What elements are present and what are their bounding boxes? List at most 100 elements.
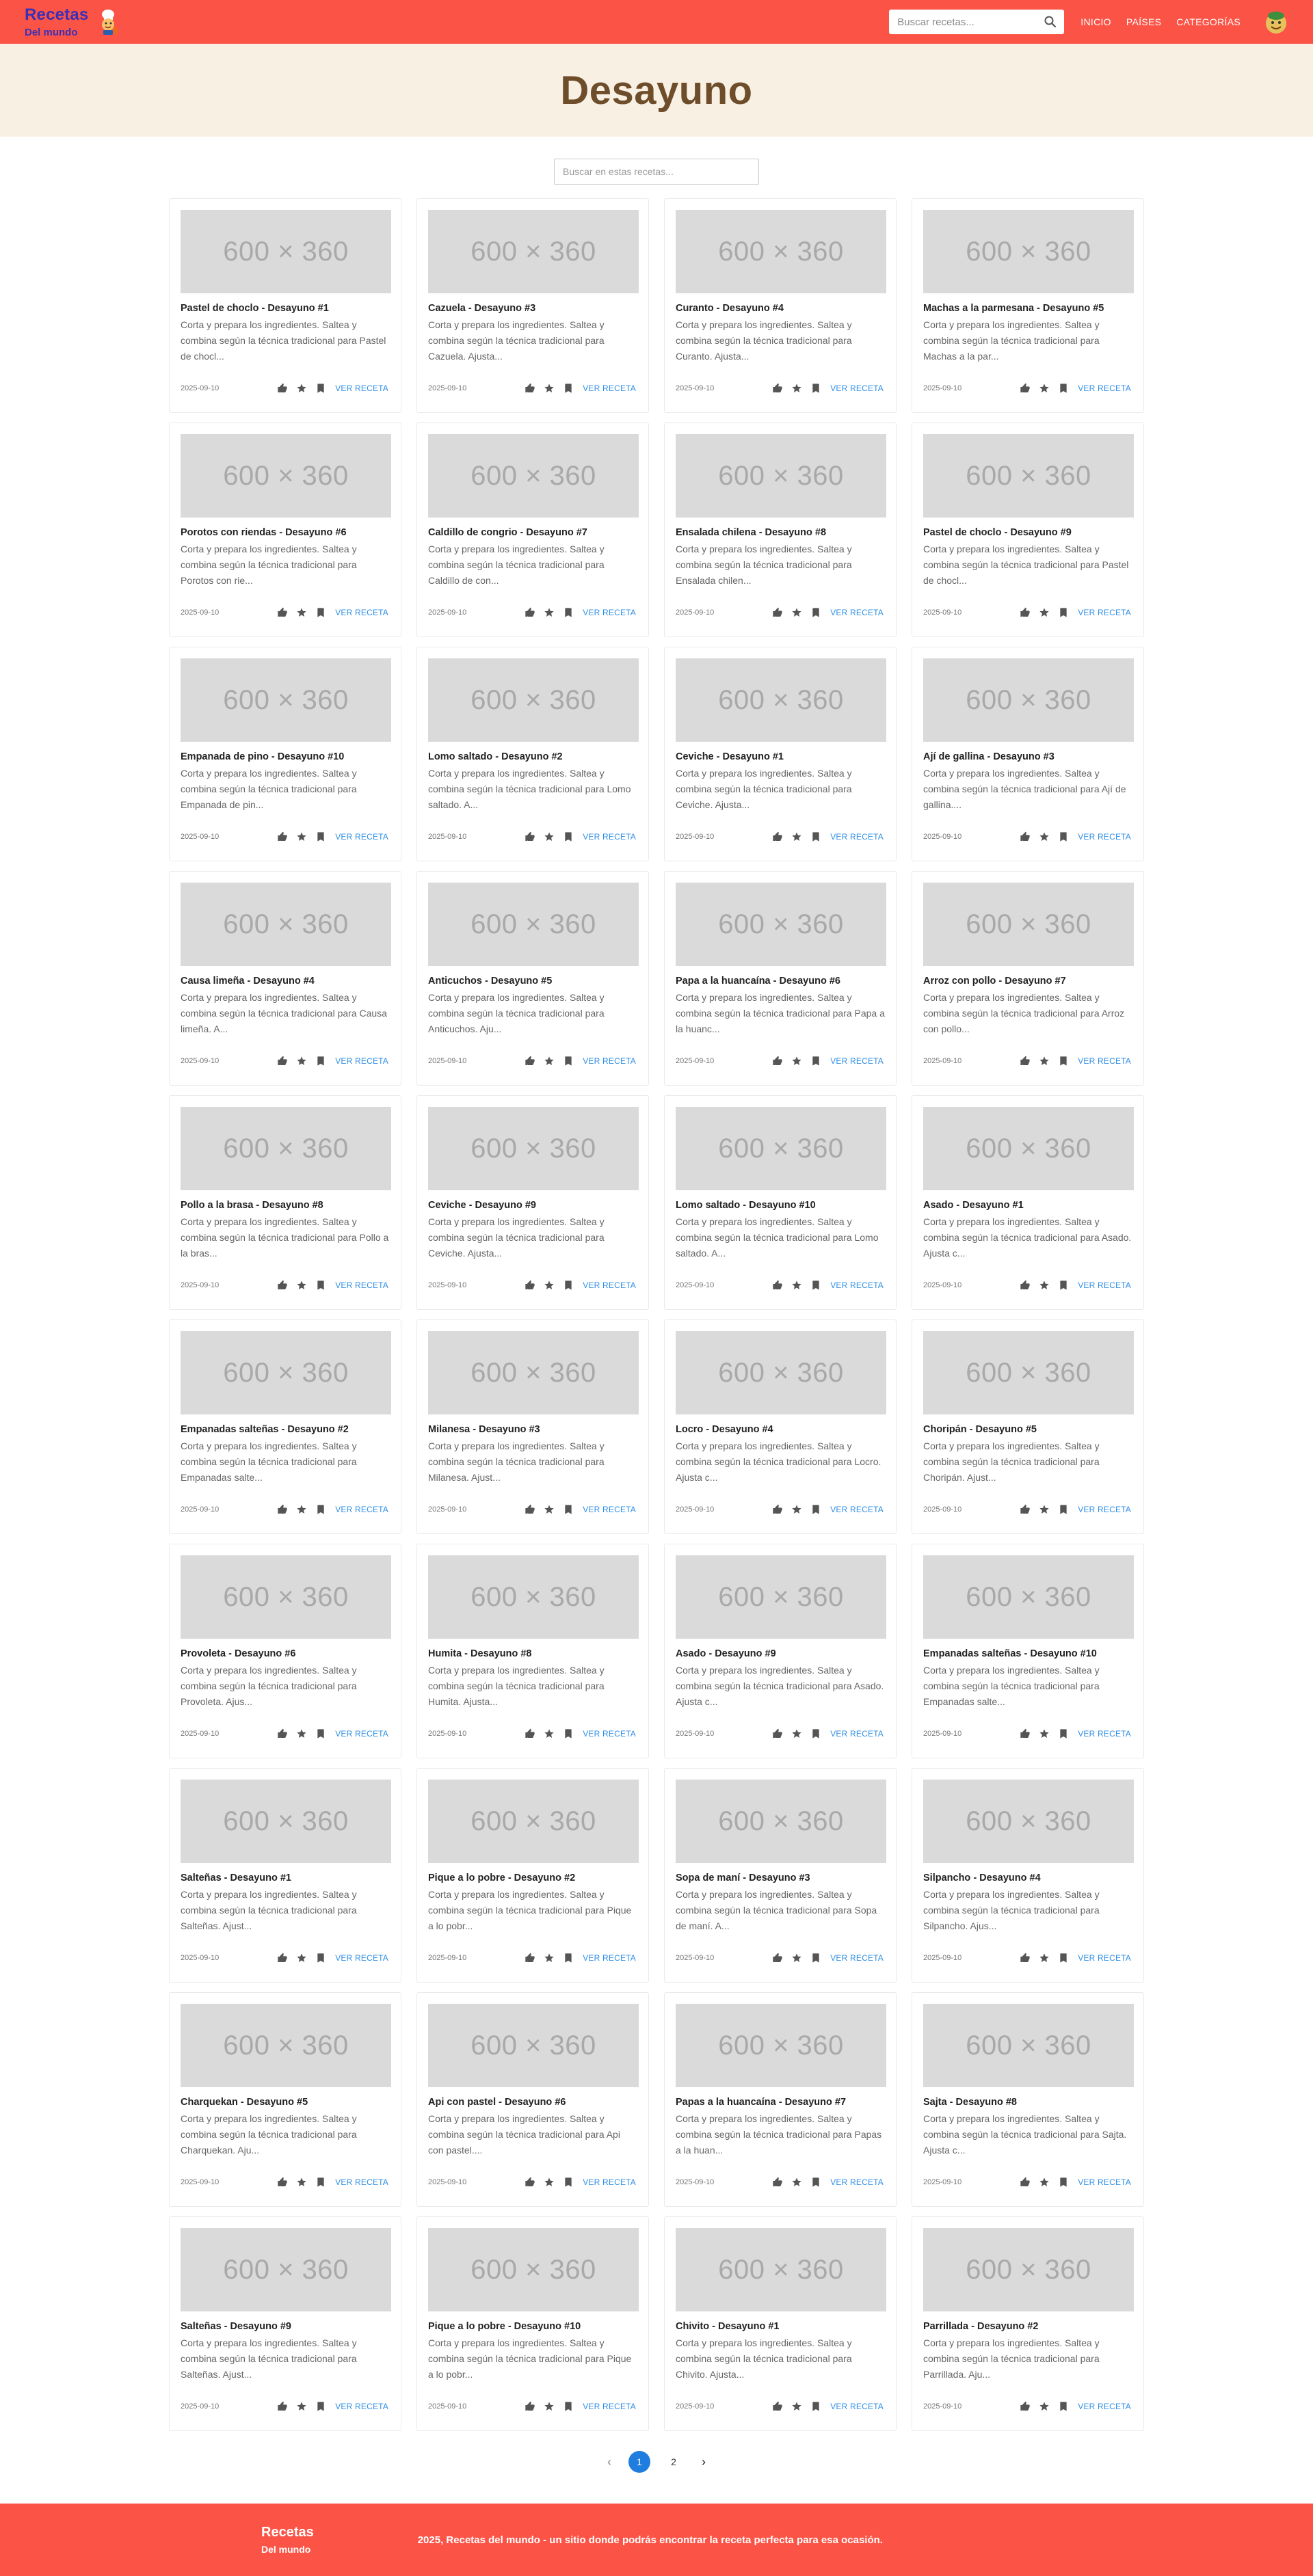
like-icon[interactable] (524, 2176, 536, 2188)
like-icon[interactable] (276, 2176, 289, 2188)
like-icon[interactable] (524, 1952, 536, 1964)
recipe-title[interactable]: Ají de gallina - Desayuno #3 (923, 751, 1132, 762)
recipe-title[interactable]: Sajta - Desayuno #8 (923, 2097, 1132, 2108)
recipe-image-placeholder[interactable]: 600 × 360 (428, 2228, 639, 2311)
like-icon[interactable] (1019, 606, 1031, 619)
recipe-card[interactable]: 600 × 360 Silpancho - Desayuno #4 Corta y … (912, 1768, 1144, 1983)
recipe-card[interactable]: 600 × 360 Choripán - Desayuno #5 Corta y p… (912, 1319, 1144, 1534)
recipe-image-placeholder[interactable]: 600 × 360 (428, 210, 639, 293)
view-recipe-link[interactable]: VER RECETA (1078, 2177, 1131, 2187)
recipe-card[interactable]: 600 × 360 Pastel de choclo - Desayuno #1 C… (169, 198, 401, 413)
bookmark-icon[interactable] (315, 382, 327, 394)
view-recipe-link[interactable]: VER RECETA (1078, 832, 1131, 842)
recipe-image-placeholder[interactable]: 600 × 360 (428, 883, 639, 966)
star-icon[interactable] (1038, 606, 1050, 619)
recipe-title[interactable]: Asado - Desayuno #1 (923, 1200, 1132, 1211)
view-recipe-link[interactable]: VER RECETA (1078, 1729, 1131, 1739)
view-recipe-link[interactable]: VER RECETA (583, 2402, 636, 2411)
star-icon[interactable] (1038, 1503, 1050, 1516)
like-icon[interactable] (276, 831, 289, 843)
recipe-card[interactable]: 600 × 360 Pastel de choclo - Desayuno #9 C… (912, 422, 1144, 637)
recipe-card[interactable]: 600 × 360 Milanesa - Desayuno #3 Corta y p… (416, 1319, 649, 1534)
recipe-image-placeholder[interactable]: 600 × 360 (676, 210, 886, 293)
view-recipe-link[interactable]: VER RECETA (583, 832, 636, 842)
recipe-card[interactable]: 600 × 360 Sopa de maní - Desayuno #3 Corta… (664, 1768, 897, 1983)
star-icon[interactable] (543, 1279, 555, 1291)
like-icon[interactable] (524, 1055, 536, 1067)
star-icon[interactable] (295, 831, 308, 843)
view-recipe-link[interactable]: VER RECETA (1078, 384, 1131, 393)
recipe-image-placeholder[interactable]: 600 × 360 (181, 658, 391, 742)
view-recipe-link[interactable]: VER RECETA (830, 1729, 884, 1739)
recipe-image-placeholder[interactable]: 600 × 360 (676, 658, 886, 742)
view-recipe-link[interactable]: VER RECETA (830, 1280, 884, 1290)
star-icon[interactable] (1038, 1055, 1050, 1067)
view-recipe-link[interactable]: VER RECETA (830, 2177, 884, 2187)
like-icon[interactable] (1019, 382, 1031, 394)
recipe-title[interactable]: Humita - Desayuno #8 (428, 1648, 637, 1659)
recipe-image-placeholder[interactable]: 600 × 360 (923, 1780, 1134, 1863)
view-recipe-link[interactable]: VER RECETA (1078, 1953, 1131, 1963)
recipe-image-placeholder[interactable]: 600 × 360 (676, 883, 886, 966)
recipe-image-placeholder[interactable]: 600 × 360 (181, 210, 391, 293)
recipe-title[interactable]: Empanada de pino - Desayuno #10 (181, 751, 390, 762)
view-recipe-link[interactable]: VER RECETA (830, 1953, 884, 1963)
recipe-image-placeholder[interactable]: 600 × 360 (923, 883, 1134, 966)
like-icon[interactable] (276, 1055, 289, 1067)
recipe-image-placeholder[interactable]: 600 × 360 (676, 2228, 886, 2311)
recipe-card[interactable]: 600 × 360 Cazuela - Desayuno #3 Corta y pr… (416, 198, 649, 413)
view-recipe-link[interactable]: VER RECETA (583, 608, 636, 617)
recipe-card[interactable]: 600 × 360 Empanada de pino - Desayuno #10… (169, 647, 401, 861)
recipe-title[interactable]: Locro - Desayuno #4 (676, 1424, 885, 1435)
like-icon[interactable] (1019, 2176, 1031, 2188)
bookmark-icon[interactable] (315, 1503, 327, 1516)
like-icon[interactable] (524, 606, 536, 619)
view-recipe-link[interactable]: VER RECETA (335, 2402, 388, 2411)
bookmark-icon[interactable] (810, 2400, 822, 2413)
bookmark-icon[interactable] (315, 2176, 327, 2188)
bookmark-icon[interactable] (1057, 606, 1070, 619)
view-recipe-link[interactable]: VER RECETA (583, 1953, 636, 1963)
star-icon[interactable] (295, 2400, 308, 2413)
recipe-title[interactable]: Salteñas - Desayuno #1 (181, 1873, 390, 1883)
star-icon[interactable] (791, 1728, 803, 1740)
nav-paises[interactable]: PAÍSES (1126, 16, 1161, 27)
like-icon[interactable] (1019, 1728, 1031, 1740)
recipe-card[interactable]: 600 × 360 Anticuchos - Desayuno #5 Corta y… (416, 871, 649, 1086)
recipe-title[interactable]: Pollo a la brasa - Desayuno #8 (181, 1200, 390, 1211)
recipe-card[interactable]: 600 × 360 Empanadas salteñas - Desayuno #… (169, 1319, 401, 1534)
like-icon[interactable] (1019, 1055, 1031, 1067)
recipe-card[interactable]: 600 × 360 Ceviche - Desayuno #9 Corta y pr… (416, 1095, 649, 1310)
user-avatar[interactable] (1262, 8, 1290, 36)
like-icon[interactable] (276, 1952, 289, 1964)
view-recipe-link[interactable]: VER RECETA (830, 1056, 884, 1066)
recipe-title[interactable]: Anticuchos - Desayuno #5 (428, 976, 637, 987)
view-recipe-link[interactable]: VER RECETA (335, 1953, 388, 1963)
recipe-title[interactable]: Provoleta - Desayuno #6 (181, 1648, 390, 1659)
star-icon[interactable] (295, 606, 308, 619)
recipe-image-placeholder[interactable]: 600 × 360 (428, 1555, 639, 1639)
recipe-image-placeholder[interactable]: 600 × 360 (428, 1780, 639, 1863)
recipe-image-placeholder[interactable]: 600 × 360 (428, 1107, 639, 1190)
recipe-image-placeholder[interactable]: 600 × 360 (181, 1331, 391, 1414)
pagination-page-1[interactable]: 1 (628, 2451, 650, 2473)
recipe-image-placeholder[interactable]: 600 × 360 (923, 2004, 1134, 2087)
recipe-card[interactable]: 600 × 360 Pique a lo pobre - Desayuno #2 C… (416, 1768, 649, 1983)
view-recipe-link[interactable]: VER RECETA (583, 1729, 636, 1739)
star-icon[interactable] (1038, 1279, 1050, 1291)
star-icon[interactable] (1038, 1952, 1050, 1964)
recipe-image-placeholder[interactable]: 600 × 360 (923, 2228, 1134, 2311)
recipe-image-placeholder[interactable]: 600 × 360 (181, 434, 391, 518)
recipe-title[interactable]: Caldillo de congrio - Desayuno #7 (428, 527, 637, 538)
star-icon[interactable] (1038, 1728, 1050, 1740)
bookmark-icon[interactable] (315, 606, 327, 619)
bookmark-icon[interactable] (562, 1728, 574, 1740)
star-icon[interactable] (791, 1952, 803, 1964)
bookmark-icon[interactable] (562, 606, 574, 619)
like-icon[interactable] (771, 606, 784, 619)
bookmark-icon[interactable] (315, 831, 327, 843)
bookmark-icon[interactable] (562, 1503, 574, 1516)
bookmark-icon[interactable] (810, 2176, 822, 2188)
recipe-image-placeholder[interactable]: 600 × 360 (923, 434, 1134, 518)
like-icon[interactable] (771, 1279, 784, 1291)
